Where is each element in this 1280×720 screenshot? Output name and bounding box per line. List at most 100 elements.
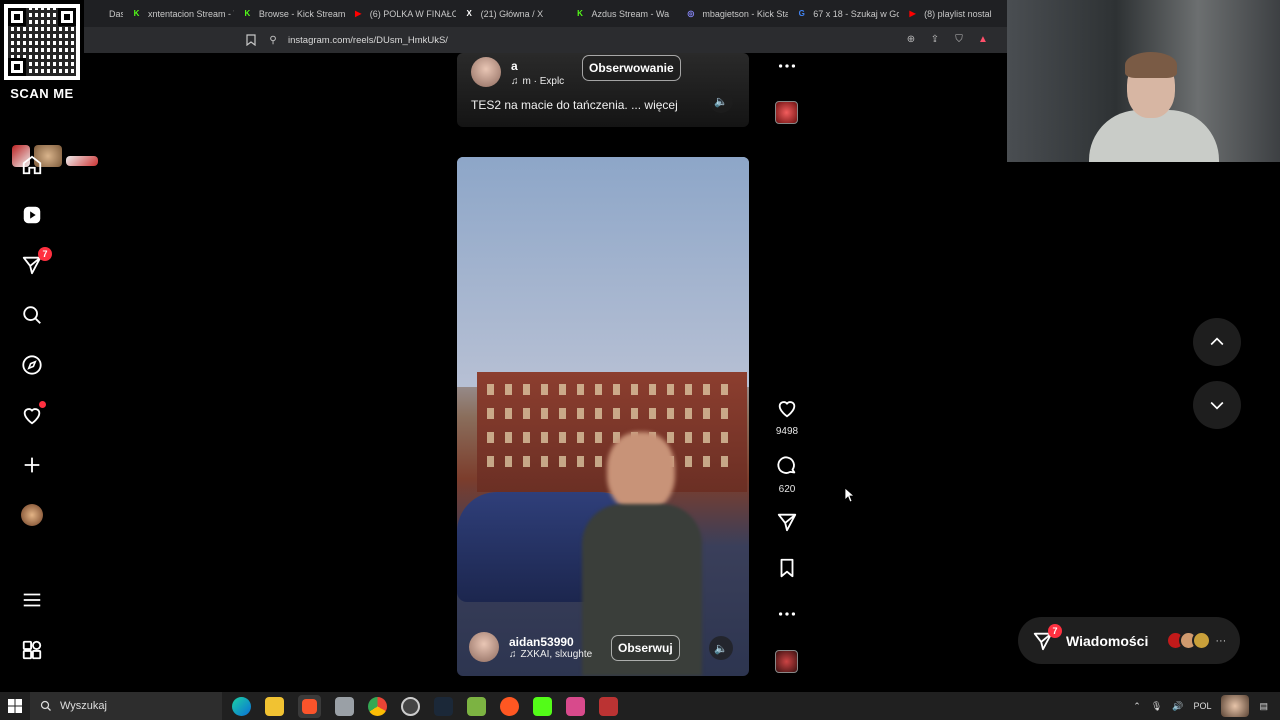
create-plus-icon[interactable] [20, 453, 44, 477]
obs-icon[interactable] [401, 696, 420, 716]
following-button[interactable]: Obserwowanie [582, 55, 681, 81]
messages-label: Wiadomości [1066, 632, 1149, 649]
apps-grid-icon[interactable] [20, 638, 44, 662]
language-indicator[interactable]: POL [1193, 701, 1211, 711]
browser-tab[interactable]: Kxntentacion Stream - V [123, 0, 234, 27]
reel-author-avatar[interactable] [471, 57, 501, 87]
tab-label: Browse - Kick Streamin [258, 8, 345, 19]
app-icon-2[interactable] [500, 696, 519, 716]
site-info-icon[interactable]: ⚲ [266, 33, 280, 47]
shield-icon[interactable]: ⛉ [952, 32, 966, 46]
profile-avatar[interactable] [20, 503, 44, 527]
app-icon[interactable] [335, 696, 354, 716]
chevron-up-icon[interactable]: ⌃ [1133, 701, 1141, 712]
steam-icon[interactable] [434, 696, 453, 716]
more-options-icon[interactable] [772, 603, 802, 630]
windows-taskbar: Wyszukaj ⌃ 🎙 🔊 POL ▤ [0, 692, 1280, 720]
video-sky [457, 157, 749, 387]
qr-label: SCAN ME [10, 86, 74, 101]
mute-toggle-icon[interactable]: 🔈 [709, 636, 733, 660]
menu-hamburger-icon[interactable] [20, 588, 44, 612]
follow-button[interactable]: Obserwuj [611, 635, 680, 661]
reel-author-avatar[interactable] [469, 632, 499, 662]
messages-avatars: ··· [1166, 631, 1226, 650]
notifications-heart-icon[interactable] [20, 401, 46, 427]
like-button[interactable]: 9498 [772, 397, 802, 437]
url-text[interactable]: instagram.com/reels/DUsm_HmkUkS/ [288, 35, 448, 46]
comment-count: 620 [778, 484, 796, 495]
minecraft-icon[interactable] [467, 696, 486, 716]
tab-label: Azdus Stream - Wa [591, 8, 670, 19]
reel-current[interactable]: aidan53990 ♫ ZXKAI, slxughte Obserwuj 🔈 [457, 157, 749, 676]
next-reel-button[interactable] [1193, 381, 1241, 429]
tab-label: mbagietson - Kick Stat [702, 8, 789, 19]
emote-image-2 [66, 156, 98, 166]
messages-icon: 7 [1032, 623, 1062, 652]
browser-tab[interactable]: ◎ mbagietson - Kick Stat [677, 0, 788, 27]
audio-tile[interactable] [775, 650, 798, 673]
app-icon-4[interactable] [599, 696, 618, 716]
address-bar[interactable]: ⚲ instagram.com/reels/DUsm_HmkUkS/ ⊕ ⇪ ⛉… [84, 27, 1010, 53]
mute-toggle-icon[interactable]: 🔈 [709, 89, 733, 113]
reels-icon[interactable] [20, 203, 44, 227]
browser-tab[interactable]: X (21) Główna / X [456, 0, 567, 27]
browser-tab[interactable]: Dash [84, 0, 123, 27]
address-actions: ⊕ ⇪ ⛉ ▲ [904, 32, 990, 46]
chevron-down-icon [1210, 401, 1224, 410]
browser-tab[interactable]: ▶ (6) POLKA W FINAŁOW [345, 0, 456, 27]
search-icon[interactable] [20, 303, 44, 327]
tab-label: (8) playlist nostal [924, 8, 992, 19]
taskbar-search[interactable]: Wyszukaj [30, 692, 222, 720]
reel-music-text: m · Explc [522, 76, 565, 87]
comment-icon [777, 456, 796, 474]
notification-dot [39, 401, 46, 408]
save-button[interactable] [772, 557, 802, 584]
tab-label: 67 x 18 - Szukaj w Goo [813, 8, 900, 19]
notification-icon[interactable]: ▤ [1259, 701, 1268, 712]
reel-author-username[interactable]: aidan53990 [509, 635, 592, 649]
microphone-icon[interactable]: 🎙 [1151, 701, 1162, 712]
kick-icon[interactable] [533, 696, 552, 716]
messages-button[interactable]: 7 Wiadomości ··· [1018, 617, 1240, 664]
brave-icon[interactable] [298, 694, 321, 718]
share-button[interactable] [772, 511, 802, 538]
edge-icon[interactable] [232, 696, 251, 716]
tab-favicon-icon [92, 8, 103, 19]
bookmark-icon[interactable] [244, 33, 258, 47]
home-icon[interactable] [20, 153, 44, 177]
tab-favicon-icon: G [798, 9, 805, 18]
taskbar-search-placeholder: Wyszukaj [60, 700, 107, 712]
reel-author-username[interactable]: a [511, 59, 518, 73]
heart-icon [778, 401, 796, 418]
comment-button[interactable]: 620 [772, 455, 802, 495]
messages-badge: 7 [1048, 623, 1062, 638]
tab-favicon-icon: ▶ [909, 9, 916, 18]
qr-code-overlay: SCAN ME [0, 0, 84, 104]
browser-tab[interactable]: G 67 x 18 - Szukaj w Goo [788, 0, 900, 27]
explore-icon[interactable] [20, 353, 44, 377]
browser-tab[interactable]: K Browse - Kick Streamin [234, 0, 345, 27]
app-icon-3[interactable] [566, 696, 585, 716]
system-tray: ⌃ 🎙 🔊 POL ▤ [1133, 692, 1280, 720]
chrome-icon[interactable] [368, 696, 387, 716]
reel-previous[interactable]: a ♫ m · Explc Obserwowanie TES2 na macie… [457, 53, 749, 127]
qr-code-image [4, 4, 80, 80]
share-icon[interactable]: ⇪ [928, 32, 942, 46]
send-icon [777, 513, 797, 532]
browser-tab[interactable]: ▶ (8) playlist nostal [899, 0, 1010, 27]
reel-music[interactable]: ♫ m · Explc [511, 76, 564, 87]
file-explorer-icon[interactable] [265, 696, 284, 716]
messages-nav-icon[interactable]: 7 [20, 247, 52, 277]
reel-caption[interactable]: TES2 na macie do tańczenia. ... więcej [471, 98, 678, 112]
start-button[interactable] [0, 692, 30, 720]
rewards-icon[interactable]: ▲ [976, 32, 990, 46]
reel-music[interactable]: ♫ ZXKAI, slxughte [509, 649, 592, 660]
previous-reel-button[interactable] [1193, 318, 1241, 366]
zoom-icon[interactable]: ⊕ [904, 32, 918, 46]
tab-favicon-icon: ▶ [355, 9, 362, 18]
volume-icon[interactable]: 🔊 [1172, 701, 1183, 712]
browser-tab[interactable]: K Azdus Stream - Wa [567, 0, 678, 27]
more-options-icon-top[interactable] [772, 55, 802, 82]
audio-tile-top[interactable] [775, 101, 798, 124]
tab-label: (6) POLKA W FINAŁOW [369, 8, 456, 19]
